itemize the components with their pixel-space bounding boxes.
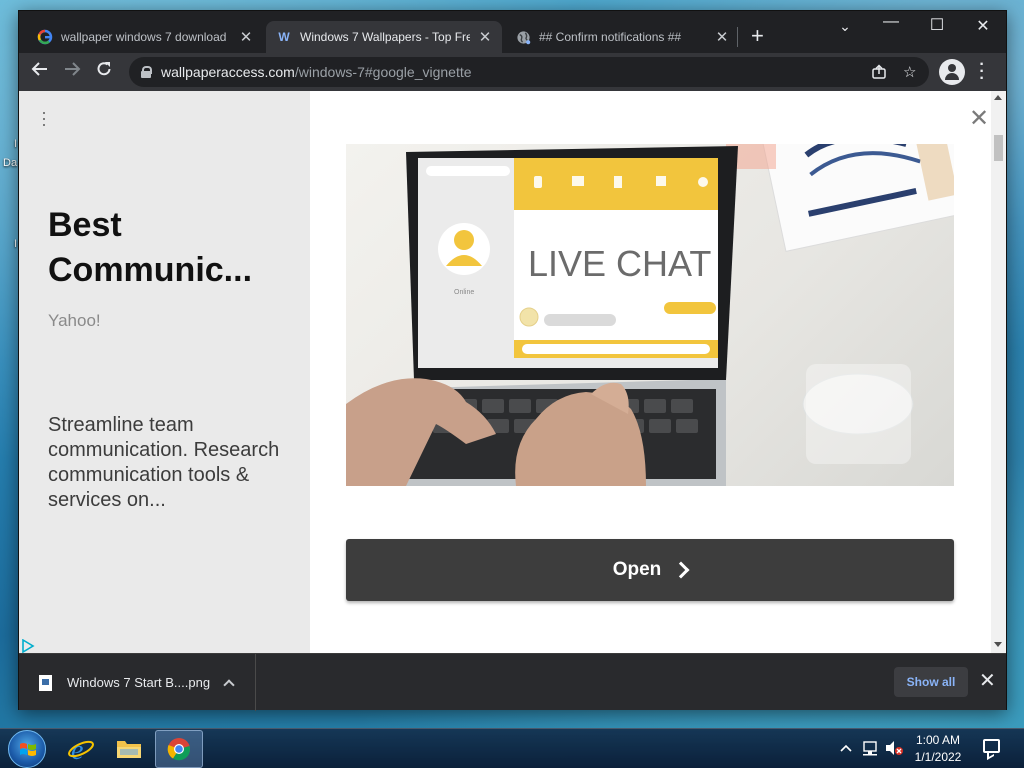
browser-toolbar: wallpaperaccess.com/windows-7#google_vig… [19, 53, 1006, 91]
wallpaperaccess-icon: W [278, 30, 290, 44]
tab-confirm-notifications[interactable]: ## Confirm notifications ## ✕ [505, 21, 739, 53]
close-shelf-icon[interactable]: ✕ [979, 668, 996, 693]
maximize-button[interactable]: ☐ [914, 15, 960, 35]
download-shelf: Windows 7 Start B....png Show all ✕ [19, 653, 1006, 711]
close-ad-icon[interactable]: ✕ [969, 107, 989, 131]
browser-window: wallpaper windows 7 download ✕ W Windows… [18, 10, 1007, 711]
download-file-name: Windows 7 Start B....png [67, 675, 211, 690]
ad-source[interactable]: Yahoo! [48, 311, 101, 331]
show-all-button[interactable]: Show all [894, 667, 968, 697]
page-viewport: · · · Best Communic... Yahoo! Streamline t… [19, 91, 1006, 653]
open-ad-button[interactable]: Open [346, 539, 954, 601]
clock-time: 1:00 AM [915, 733, 961, 747]
tab-wallpaperaccess[interactable]: W Windows 7 Wallpapers - Top Fre ✕ [266, 21, 502, 53]
clock-date: 1/1/2022 [914, 750, 962, 764]
close-icon[interactable]: ✕ [715, 28, 729, 46]
internet-explorer-icon: e [68, 735, 94, 763]
ad-image-live-chat[interactable]: LIVE CHAT Online [346, 144, 954, 486]
scrollbar-thumb[interactable] [994, 135, 1003, 161]
online-status-text: Online [454, 289, 474, 296]
back-button[interactable] [28, 60, 52, 84]
scroll-up-icon[interactable] [994, 95, 1002, 100]
live-chat-text: LIVE CHAT [528, 243, 711, 284]
tab-google-search[interactable]: wallpaper windows 7 download ✕ [27, 21, 263, 53]
volume-muted-icon[interactable] [884, 740, 904, 759]
folder-icon [117, 741, 141, 758]
open-button-label: Open [612, 559, 662, 580]
image-file-icon [39, 674, 52, 691]
back-arrow-icon [31, 62, 47, 76]
ad-options-kebab-icon[interactable]: · · · [41, 103, 49, 133]
reload-button[interactable] [92, 60, 116, 84]
chrome-icon [167, 738, 191, 761]
close-icon[interactable]: ✕ [239, 28, 253, 46]
start-button[interactable] [8, 730, 46, 768]
url-host: wallpaperaccess.com [161, 64, 295, 80]
chevron-right-icon [672, 561, 690, 579]
show-hidden-icons-chevron-icon[interactable] [839, 740, 853, 756]
desktop-icon-label[interactable]: I [14, 238, 17, 250]
star-icon[interactable]: ☆ [903, 63, 916, 81]
reload-icon [97, 62, 111, 76]
tab-separator [737, 27, 738, 47]
share-icon[interactable] [871, 64, 887, 84]
tab-title: wallpaper windows 7 download [61, 30, 227, 44]
menu-kebab-icon[interactable]: · · · [977, 57, 987, 87]
minimize-button[interactable]: — [868, 13, 914, 31]
forward-button[interactable] [60, 60, 84, 84]
tab-search-button[interactable]: ⌄ [822, 18, 868, 35]
ad-description[interactable]: Streamline team communication. Research … [48, 413, 288, 513]
tab-title: ## Confirm notifications ## [539, 30, 682, 44]
profile-avatar-icon[interactable] [939, 59, 965, 85]
chrome-taskbar-button[interactable] [155, 730, 203, 768]
ad-text-panel[interactable]: · · · Best Communic... Yahoo! Streamline t… [19, 91, 310, 653]
internet-explorer-taskbar-button[interactable]: e [57, 730, 105, 768]
scroll-down-icon[interactable] [994, 642, 1002, 647]
desktop-icon-label[interactable]: I [14, 138, 17, 150]
lock-icon[interactable] [141, 66, 152, 78]
page-scrollbar[interactable] [991, 91, 1006, 653]
address-bar[interactable]: wallpaperaccess.com/windows-7#google_vig… [129, 57, 929, 87]
google-icon [37, 29, 53, 45]
close-icon[interactable]: ✕ [478, 28, 492, 46]
ad-title[interactable]: Best Communic... [48, 203, 298, 293]
new-tab-button[interactable]: + [751, 25, 764, 47]
adchoices-icon[interactable] [21, 639, 35, 653]
tab-title: Windows 7 Wallpapers - Top Fre [300, 30, 470, 44]
url-path: /windows-7#google_vignette [294, 64, 472, 80]
network-icon[interactable] [862, 740, 880, 759]
file-explorer-taskbar-button[interactable] [105, 730, 153, 768]
tab-strip: wallpaper windows 7 download ✕ W Windows… [19, 11, 1006, 53]
close-window-button[interactable]: ✕ [960, 16, 1006, 36]
windows-logo-icon [20, 743, 36, 756]
system-clock[interactable]: 1:00 AM 1/1/2022 [905, 732, 971, 766]
taskbar: e 1:00 AM 1/1/2022 [0, 728, 1024, 768]
desktop-icon-label[interactable]: Da [3, 157, 17, 169]
globe-icon [515, 29, 531, 45]
forward-arrow-icon [65, 62, 81, 76]
chevron-up-icon[interactable] [223, 678, 235, 691]
download-item[interactable]: Windows 7 Start B....png [19, 654, 256, 711]
action-center-icon[interactable] [983, 739, 1000, 753]
